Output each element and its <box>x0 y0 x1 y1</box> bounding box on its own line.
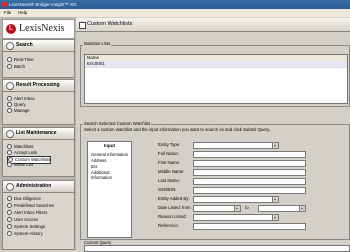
date-to-label: to <box>245 205 249 210</box>
full-name-field[interactable] <box>193 151 306 158</box>
radio-icon <box>7 217 12 223</box>
sidebar-item-due-diligence[interactable]: Due Diligence <box>7 196 41 202</box>
middle-name-label: Middle Name: <box>158 169 185 174</box>
entity-type-select[interactable] <box>193 142 279 149</box>
sidebar-item-alert-inbox-filters[interactable]: Alert Inbox Filters <box>7 210 47 216</box>
entity-added-by-select[interactable] <box>193 196 279 203</box>
sidebar-item-real-time[interactable]: Real-Time <box>7 57 34 63</box>
date-listed-label: Date Listed: <box>158 205 181 210</box>
reference-label: Reference: <box>158 223 180 228</box>
entity-added-by-label: Entity Added By: <box>158 196 190 201</box>
input-option-ids[interactable]: IDs <box>91 164 97 169</box>
ssn-ein-label: SSN/EIN: <box>158 187 177 192</box>
collapse-icon <box>6 183 14 191</box>
result-processing-header[interactable]: Result Processing <box>3 80 74 92</box>
reference-field[interactable] <box>193 223 306 230</box>
list-maintenance-header[interactable]: List Maintenance <box>3 128 74 140</box>
radio-icon <box>7 57 12 63</box>
chevron-down-icon <box>234 206 240 211</box>
current-query-box[interactable] <box>84 245 350 252</box>
table-row[interactable]: Eric0001 <box>85 61 347 68</box>
radio-icon <box>7 231 12 237</box>
search-instructions: Select a custom watchlist and the input … <box>84 127 271 132</box>
search-panel-header[interactable]: Search <box>3 40 74 52</box>
reason-listed-label: Reason Listed: <box>158 214 187 219</box>
radio-icon <box>7 162 12 168</box>
last-name-field[interactable] <box>193 178 306 185</box>
page-title: Custom Watchlists <box>87 21 133 27</box>
menu-help[interactable]: Help <box>18 9 27 17</box>
chevron-down-icon <box>299 206 305 211</box>
search-panel: Search Real-Time Batch <box>2 39 75 78</box>
radio-icon <box>7 150 12 156</box>
search-panel-title: Search <box>16 42 33 48</box>
full-name-label: Full Name: <box>158 151 179 156</box>
list-maintenance-panel: List Maintenance Watchlists Accept Lists… <box>2 127 75 177</box>
radio-icon <box>7 224 12 230</box>
date-from-field[interactable] <box>193 205 241 212</box>
app-icon <box>2 2 7 7</box>
chevron-down-icon <box>272 143 278 148</box>
checkbox-icon <box>79 22 86 29</box>
administration-header[interactable]: Administration <box>3 181 74 193</box>
search-watchlist-label: Search Selected Custom Watchlist <box>83 121 151 126</box>
ssn-ein-field[interactable] <box>193 187 306 194</box>
radio-icon <box>7 96 12 102</box>
page-header: Custom Watchlists <box>76 18 350 32</box>
first-name-field[interactable] <box>193 160 306 167</box>
input-option-general[interactable]: General Information <box>91 152 128 157</box>
brand-name: LexisNexis <box>19 23 65 34</box>
sidebar-item-batch[interactable]: Batch <box>7 64 25 70</box>
sidebar: L LexisNexis Search Real-Time Batch Resu… <box>0 17 76 250</box>
radio-icon <box>7 108 12 114</box>
sidebar-item-system-settings[interactable]: System Settings <box>7 224 45 230</box>
chevron-down-icon <box>272 197 278 202</box>
radio-icon <box>7 203 12 209</box>
collapse-icon <box>6 42 14 50</box>
window-titlebar: LexisNexis® Bridger Insight™ XG <box>0 0 350 9</box>
radio-icon <box>7 102 12 108</box>
entity-type-label: Entity Type: <box>158 142 181 147</box>
administration-panel: Administration Due Diligence Predefined … <box>2 180 75 250</box>
window-title: LexisNexis® Bridger Insight™ XG <box>9 2 77 7</box>
sidebar-item-user-access[interactable]: User Access <box>7 217 38 223</box>
radio-icon <box>7 144 12 150</box>
result-processing-panel: Result Processing Alert Inbox Query Mana… <box>2 79 75 125</box>
sidebar-item-predefined-searches[interactable]: Predefined Searches <box>7 203 54 209</box>
lexisnexis-mark-icon: L <box>6 24 16 34</box>
input-category-list[interactable]: Input General Information Address IDs Ad… <box>87 141 132 238</box>
collapse-icon <box>6 82 14 90</box>
radio-icon <box>7 196 12 202</box>
first-name-label: First Name: <box>158 160 181 165</box>
input-option-address[interactable]: Address <box>91 158 106 163</box>
input-header: Input <box>104 143 115 148</box>
date-from-label: from <box>182 205 191 210</box>
menu-file[interactable]: File <box>4 9 11 17</box>
chevron-down-icon <box>272 215 278 220</box>
collapse-icon <box>6 130 14 138</box>
sidebar-item-system-history[interactable]: System History <box>7 231 43 237</box>
sidebar-item-white-list[interactable]: White List <box>7 162 33 168</box>
input-option-additional[interactable]: Additional Information <box>91 170 131 180</box>
radio-icon <box>7 64 12 70</box>
main-content: Custom Watchlists Maintain Lists Name Er… <box>76 17 350 252</box>
lexisnexis-logo: L LexisNexis <box>2 19 75 39</box>
sidebar-item-manage[interactable]: Manage <box>7 108 30 114</box>
last-name-label: Last Name: <box>158 178 180 183</box>
maintain-lists-table[interactable]: Name Eric0001 <box>84 54 348 104</box>
radio-icon <box>7 210 12 216</box>
date-to-field[interactable] <box>258 205 306 212</box>
middle-name-field[interactable] <box>193 169 306 176</box>
reason-listed-select[interactable] <box>193 214 279 221</box>
maintain-lists-label: Maintain Lists <box>83 41 112 46</box>
